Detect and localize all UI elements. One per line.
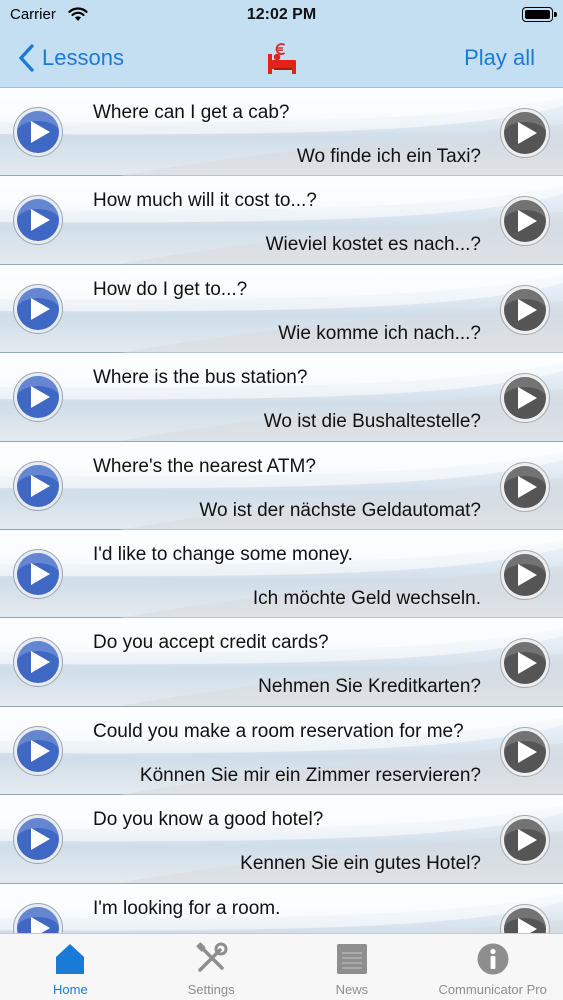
english-phrase: Where can I get a cab?	[93, 102, 290, 123]
phrase-row: Where's the nearest ATM? Wo ist der näch…	[0, 441, 563, 530]
english-phrase: I'd like to change some money.	[93, 543, 353, 565]
battery-icon	[522, 7, 557, 22]
news-icon	[336, 944, 367, 974]
chevron-left-icon	[19, 44, 34, 72]
english-phrase: Do you accept credit cards?	[93, 632, 329, 654]
play-german-button[interactable]	[499, 284, 551, 336]
play-german-button[interactable]	[499, 107, 551, 159]
phrase-row: How do I get to...? Wie komme ich nach..…	[0, 264, 563, 354]
german-phrase: Wo ist der nächste Geldautomat?	[199, 499, 481, 521]
back-label: Lessons	[42, 45, 124, 70]
play-english-button[interactable]	[12, 106, 64, 158]
english-phrase: How do I get to...?	[93, 278, 248, 300]
play-english-button[interactable]	[12, 548, 64, 600]
home-icon	[56, 944, 85, 974]
tab-label: Settings	[187, 982, 235, 997]
phrase-row: I'd like to change some money. Ich möcht…	[0, 529, 563, 619]
play-german-button[interactable]	[499, 903, 551, 933]
german-phrase: Wieviel kostet es nach...?	[265, 234, 481, 256]
play-english-button[interactable]	[12, 813, 64, 865]
tab-home[interactable]: Home	[0, 934, 141, 1000]
tab-label: Communicator Pro	[438, 982, 547, 997]
tab-label: Home	[53, 982, 88, 997]
play-english-button[interactable]	[12, 283, 64, 335]
phrase-row: Where is the bus station? Wo ist die Bus…	[0, 353, 563, 442]
german-phrase: Können Sie mir ein Zimmer reservieren?	[139, 764, 481, 786]
status-time: 12:02 PM	[246, 6, 317, 23]
play-all-button[interactable]: Play all	[464, 45, 535, 71]
play-german-button[interactable]	[499, 637, 551, 689]
play-english-button[interactable]	[12, 194, 64, 246]
tools-icon	[196, 942, 228, 972]
phrase-row: I'm looking for a room.	[0, 883, 563, 933]
phrase-row: Do you accept credit cards? Nehmen Sie K…	[0, 618, 563, 707]
english-phrase: How much will it cost to...?	[93, 190, 317, 212]
status-bar: Carrier 12:02 PM	[0, 0, 563, 30]
back-button[interactable]: Lessons	[14, 42, 124, 74]
phrase-row: Could you make a room reservation for me…	[0, 706, 563, 796]
tab-news[interactable]: News	[282, 934, 423, 1000]
tab-bar: Home Settings News Communicator Pro	[0, 933, 563, 1000]
english-phrase: Where is the bus station?	[93, 367, 308, 389]
tab-label: News	[335, 982, 369, 997]
english-phrase: Could you make a room reservation for me…	[93, 720, 464, 742]
euro-bed-icon	[268, 43, 296, 74]
german-phrase: Wie komme ich nach...?	[278, 322, 481, 344]
play-english-button[interactable]	[12, 725, 64, 777]
play-german-button[interactable]	[499, 195, 551, 247]
german-phrase: Wo ist die Bushaltestelle?	[263, 411, 481, 433]
german-phrase: Wo finde ich ein Taxi?	[296, 146, 481, 167]
phrase-list: Where can I get a cab? Wo finde ich ein …	[0, 88, 563, 933]
english-phrase: I'm looking for a room.	[93, 897, 281, 919]
play-german-button[interactable]	[499, 461, 551, 513]
play-english-button[interactable]	[12, 636, 64, 688]
play-english-button[interactable]	[12, 371, 64, 423]
play-english-button[interactable]	[12, 460, 64, 512]
play-german-button[interactable]	[499, 726, 551, 778]
play-german-button[interactable]	[499, 372, 551, 424]
english-phrase: Where's the nearest ATM?	[93, 455, 316, 477]
info-icon	[477, 943, 509, 975]
play-german-button[interactable]	[499, 814, 551, 866]
tab-settings[interactable]: Settings	[141, 934, 282, 1000]
english-phrase: Do you know a good hotel?	[93, 809, 324, 831]
german-phrase: Nehmen Sie Kreditkarten?	[258, 676, 481, 698]
phrase-row: Do you know a good hotel? Kennen Sie ein…	[0, 795, 563, 884]
german-phrase: Kennen Sie ein gutes Hotel?	[240, 853, 481, 875]
tab-communicator-pro[interactable]: Communicator Pro	[422, 934, 563, 1000]
nav-bar: Lessons Play all	[0, 30, 563, 88]
phrase-row: How much will it cost to...? Wieviel kos…	[0, 176, 563, 265]
german-phrase: Ich möchte Geld wechseln.	[252, 587, 481, 609]
row-swoosh	[0, 883, 563, 933]
play-german-button[interactable]	[499, 549, 551, 601]
phrase-row: Where can I get a cab? Wo finde ich ein …	[0, 88, 563, 177]
play-english-button[interactable]	[12, 902, 64, 933]
